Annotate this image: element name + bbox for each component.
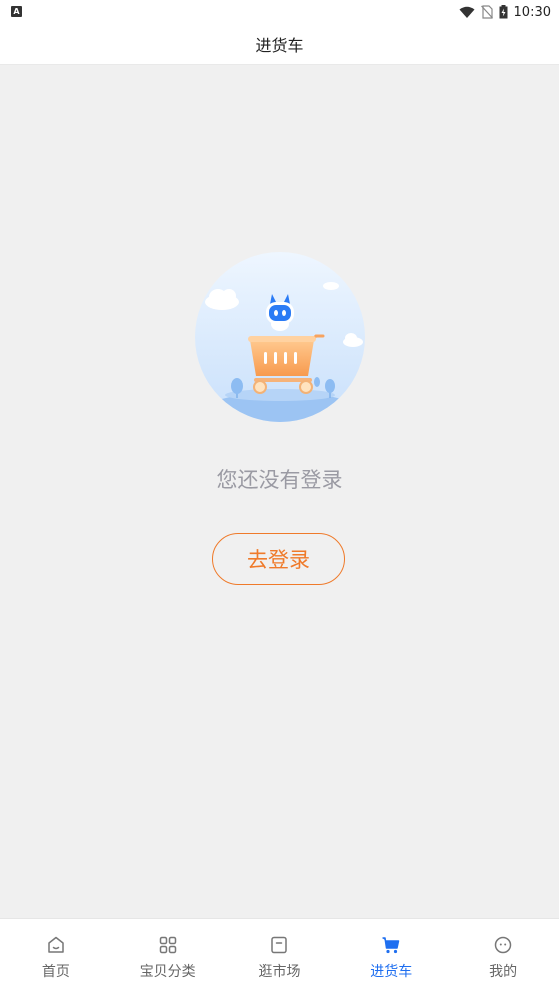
market-icon <box>271 936 288 954</box>
profile-icon <box>494 936 512 954</box>
wifi-icon <box>459 6 475 18</box>
tab-home[interactable]: 首页 <box>0 919 112 994</box>
login-button[interactable]: 去登录 <box>212 533 345 585</box>
battery-icon <box>499 5 508 19</box>
status-time: 10:30 <box>513 4 551 20</box>
page-header: 进货车 <box>0 24 559 65</box>
status-bar: A 10:30 <box>0 0 559 24</box>
status-icons: 10:30 <box>459 0 551 24</box>
grid-icon <box>159 936 176 954</box>
cart-icon <box>382 937 400 954</box>
tab-profile[interactable]: 我的 <box>447 919 559 994</box>
tab-label: 我的 <box>489 964 518 980</box>
tab-label: 进货车 <box>370 964 413 980</box>
home-icon <box>48 936 64 953</box>
not-logged-in-message: 您还没有登录 <box>216 468 343 492</box>
tab-label: 逛市场 <box>258 964 301 980</box>
tab-label: 首页 <box>41 964 70 980</box>
empty-cart-illustration <box>195 252 365 422</box>
no-sim-icon <box>480 5 493 19</box>
bottom-tab-bar: 首页 宝贝分类 逛市场 进货车 我的 <box>0 918 559 994</box>
tab-market[interactable]: 逛市场 <box>224 919 336 994</box>
tab-cart[interactable]: 进货车 <box>335 919 447 994</box>
tab-categories[interactable]: 宝贝分类 <box>112 919 224 994</box>
notification-icon: A <box>11 6 22 17</box>
page-title: 进货车 <box>255 36 304 55</box>
tab-label: 宝贝分类 <box>139 964 196 980</box>
